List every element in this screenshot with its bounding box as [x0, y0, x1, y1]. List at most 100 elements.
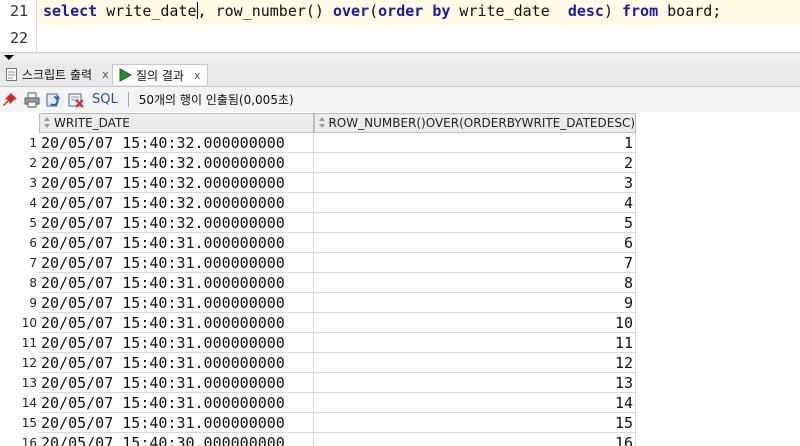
- result-grid[interactable]: WRITE_DATE ROW_NUMBER()OVER(ORDERBYWRITE…: [0, 113, 800, 446]
- code-token: write_date: [450, 2, 568, 20]
- line-number: 22: [9, 29, 28, 47]
- cell-write-date[interactable]: 20/05/07 15:40:32.000000000: [39, 153, 314, 173]
- cell-write-date[interactable]: 20/05/07 15:40:32.000000000: [39, 193, 314, 213]
- row-number: 15: [21, 416, 37, 430]
- cell-row-number[interactable]: 14: [314, 393, 636, 413]
- script-output-icon: [6, 68, 17, 81]
- result-toolbar: SQL 50개의 행이 인출됨(0,005초): [0, 87, 800, 112]
- cell-write-date[interactable]: 20/05/07 15:40:30.000000000: [39, 433, 314, 446]
- cell-write-date[interactable]: 20/05/07 15:40:31.000000000: [39, 233, 314, 253]
- close-icon[interactable]: x: [102, 68, 109, 81]
- row-number: 1: [29, 136, 37, 150]
- toolbar-separator: [127, 92, 129, 107]
- print-icon[interactable]: [24, 92, 40, 108]
- cell-write-date[interactable]: 20/05/07 15:40:31.000000000: [39, 273, 314, 293]
- cell-row-number[interactable]: 6: [314, 233, 636, 253]
- cell-row-number[interactable]: 8: [314, 273, 636, 293]
- sql-button[interactable]: SQL: [92, 92, 118, 107]
- tab-script-output[interactable]: 스크립트 출력 x: [0, 64, 115, 85]
- code-text: select write_date, row_number() over(ord…: [43, 2, 721, 20]
- cell-write-date[interactable]: 20/05/07 15:40:31.000000000: [39, 373, 314, 393]
- sql-editor[interactable]: 21 22 select write_date, row_number() ov…: [0, 0, 800, 52]
- table-row[interactable]: 11 20/05/07 15:40:31.000000000 11: [0, 333, 800, 353]
- table-row[interactable]: 1 20/05/07 15:40:32.000000000 1: [0, 133, 800, 153]
- tab-label: 질의 결과: [136, 68, 184, 83]
- table-row[interactable]: 4 20/05/07 15:40:32.000000000 4: [0, 193, 800, 213]
- cell-row-number[interactable]: 9: [314, 293, 636, 313]
- table-row[interactable]: 3 20/05/07 15:40:32.000000000 3: [0, 173, 800, 193]
- cell-write-date[interactable]: 20/05/07 15:40:31.000000000: [39, 353, 314, 373]
- cell-write-date[interactable]: 20/05/07 15:40:31.000000000: [39, 293, 314, 313]
- table-row[interactable]: 7 20/05/07 15:40:31.000000000 7: [0, 253, 800, 273]
- row-number: 10: [21, 316, 37, 330]
- cell-write-date[interactable]: 20/05/07 15:40:31.000000000: [39, 253, 314, 273]
- pin-icon[interactable]: [2, 92, 18, 108]
- row-number: 9: [29, 296, 37, 310]
- code-line[interactable]: [37, 26, 800, 52]
- cell-write-date[interactable]: 20/05/07 15:40:32.000000000: [39, 213, 314, 233]
- table-row[interactable]: 10 20/05/07 15:40:31.000000000 10: [0, 313, 800, 333]
- row-number: 2: [29, 156, 37, 170]
- cell-row-number[interactable]: 5: [314, 213, 636, 233]
- cell-row-number[interactable]: 11: [314, 333, 636, 353]
- row-number: 7: [29, 256, 37, 270]
- code-token: , row_number(): [197, 2, 333, 20]
- fetch-status: 50개의 행이 인출됨(0,005초): [138, 93, 294, 107]
- table-row[interactable]: 5 20/05/07 15:40:32.000000000 5: [0, 213, 800, 233]
- sort-icon[interactable]: [319, 117, 326, 129]
- row-number: 4: [29, 196, 37, 210]
- row-number: 14: [21, 396, 37, 410]
- tab-query-result[interactable]: 질의 결과 x: [112, 64, 208, 85]
- keyword: select: [43, 2, 98, 20]
- table-row[interactable]: 15 20/05/07 15:40:31.000000000 15: [0, 413, 800, 433]
- cell-row-number[interactable]: 7: [314, 253, 636, 273]
- cell-row-number[interactable]: 3: [314, 173, 636, 193]
- keyword: from: [622, 2, 659, 20]
- cell-write-date[interactable]: 20/05/07 15:40:31.000000000: [39, 333, 314, 353]
- cell-write-date[interactable]: 20/05/07 15:40:32.000000000: [39, 133, 314, 153]
- cell-row-number[interactable]: 10: [314, 313, 636, 333]
- line-number-gutter: 21 22: [0, 0, 34, 52]
- row-number: 16: [21, 436, 37, 446]
- code-token: board;: [658, 2, 722, 20]
- table-row[interactable]: 9 20/05/07 15:40:31.000000000 9: [0, 293, 800, 313]
- code-line-current[interactable]: select write_date, row_number() over(ord…: [37, 0, 800, 26]
- cell-write-date[interactable]: 20/05/07 15:40:31.000000000: [39, 313, 314, 333]
- cell-write-date[interactable]: 20/05/07 15:40:31.000000000: [39, 413, 314, 433]
- table-row[interactable]: 2 20/05/07 15:40:32.000000000 2: [0, 153, 800, 173]
- code-token: (: [369, 2, 379, 20]
- keyword: over: [333, 2, 370, 20]
- column-header-label: ROW_NUMBER()OVER(ORDERBYWRITE_DATEDESC): [328, 116, 635, 130]
- row-number: 12: [21, 356, 37, 370]
- table-row[interactable]: 13 20/05/07 15:40:31.000000000 13: [0, 373, 800, 393]
- code-token: ): [603, 2, 622, 20]
- cell-write-date[interactable]: 20/05/07 15:40:31.000000000: [39, 393, 314, 413]
- cell-row-number[interactable]: 13: [314, 373, 636, 393]
- column-header-write-date[interactable]: WRITE_DATE: [39, 113, 314, 133]
- tab-label: 스크립트 출력: [22, 68, 93, 82]
- export-icon[interactable]: [68, 92, 84, 108]
- refresh-icon[interactable]: [46, 92, 62, 108]
- table-row[interactable]: 6 20/05/07 15:40:31.000000000 6: [0, 233, 800, 253]
- cell-row-number[interactable]: 15: [314, 413, 636, 433]
- cell-write-date[interactable]: 20/05/07 15:40:32.000000000: [39, 173, 314, 193]
- close-icon[interactable]: x: [194, 69, 201, 82]
- column-header-row-number[interactable]: ROW_NUMBER()OVER(ORDERBYWRITE_DATEDESC): [314, 113, 636, 133]
- sort-icon[interactable]: [44, 117, 51, 129]
- table-row[interactable]: 12 20/05/07 15:40:31.000000000 12: [0, 353, 800, 373]
- cell-row-number[interactable]: 16: [314, 433, 636, 446]
- cell-row-number[interactable]: 1: [314, 133, 636, 153]
- table-row[interactable]: 14 20/05/07 15:40:31.000000000 14: [0, 393, 800, 413]
- row-number: 13: [21, 376, 37, 390]
- line-number: 21: [9, 2, 28, 20]
- keyword: order by: [378, 2, 451, 20]
- cell-row-number[interactable]: 4: [314, 193, 636, 213]
- collapse-arrow-icon[interactable]: [4, 55, 14, 60]
- result-tabs: 스크립트 출력 x 질의 결과 x: [0, 62, 800, 87]
- table-row[interactable]: 16 20/05/07 15:40:30.000000000 16: [0, 433, 800, 446]
- column-header-label: WRITE_DATE: [54, 116, 130, 130]
- table-row[interactable]: 8 20/05/07 15:40:31.000000000 8: [0, 273, 800, 293]
- cell-row-number[interactable]: 12: [314, 353, 636, 373]
- cell-row-number[interactable]: 2: [314, 153, 636, 173]
- code-token: write_date: [97, 2, 197, 20]
